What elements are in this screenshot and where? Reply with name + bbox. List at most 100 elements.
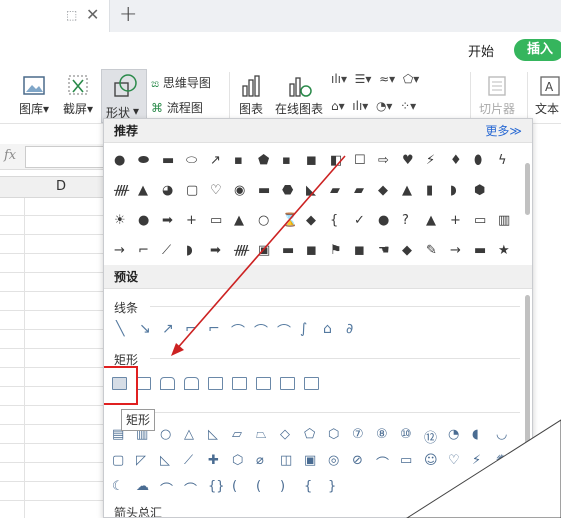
online-chart-button[interactable]: 在线图表 [274,72,324,117]
shape-option-icon[interactable]: ⬢ [474,183,490,199]
basic-shape-icon[interactable]: ⑩ [400,427,416,443]
shape-option-icon[interactable]: ⇨ [378,153,394,169]
line-shape-icon[interactable]: ⌐ [185,321,201,337]
rect-variant-icon[interactable] [232,377,247,390]
close-icon[interactable]: ✕ [86,5,99,24]
shape-option-icon[interactable]: → [114,243,130,259]
shape-option-icon[interactable]: ▢ [186,183,202,199]
shape-option-icon[interactable]: ⬬ [138,153,154,169]
shape-option-icon[interactable]: ▰ [354,183,370,199]
basic-shape-icon[interactable]: ⚡ [472,453,488,469]
basic-shape-icon[interactable]: ⌀ [256,453,272,469]
line-shape-icon[interactable]: ↗ [162,321,178,337]
shape-option-icon[interactable]: ▥ [498,213,514,229]
basic-shape-icon[interactable]: ⬡ [232,453,248,469]
basic-shape-icon[interactable]: ◇ [280,427,296,443]
basic-shape-icon[interactable]: ○ [160,427,176,443]
line-shape-icon[interactable]: ⌒ [231,321,247,340]
rect-variant-icon[interactable] [136,377,151,390]
basic-shape-icon[interactable]: ☾ [112,479,128,495]
shape-option-icon[interactable]: ▲ [234,213,250,229]
screenshot-button[interactable]: 截屏▾ [60,72,96,117]
shape-option-icon[interactable]: ◼ [306,243,322,259]
rect-variant-icon[interactable] [160,377,175,390]
shape-option-icon[interactable]: ▣ [258,243,274,259]
basic-shape-icon[interactable]: ⊘ [352,453,368,469]
shape-option-icon[interactable]: ☚ [378,243,394,259]
shapes-button[interactable]: 形状 ▾ [101,69,147,123]
shape-option-icon[interactable]: ♦ [450,153,466,169]
shape-option-icon[interactable]: ★ [498,243,514,259]
document-tab[interactable]: ⬚ ✕ [0,0,110,32]
shape-option-icon[interactable]: { [330,213,346,229]
chart-types-row2[interactable]: ⌂▾ ılı▾ ◔▾ ⁘▾ [331,99,416,113]
shape-option-icon[interactable]: + [186,213,202,229]
shape-option-icon[interactable]: ⚑ [330,243,346,259]
basic-shape-icon[interactable]: ▣ [304,453,320,469]
shape-option-icon[interactable]: ▬ [474,243,490,259]
rect-variant-icon[interactable] [256,377,271,390]
rect-variant-icon[interactable] [208,377,223,390]
basic-shape-icon[interactable]: ◫ [280,453,296,469]
shape-option-icon[interactable]: ◕ [162,183,178,199]
column-d-header[interactable]: D [56,179,66,194]
basic-shape-icon[interactable]: } [328,479,344,495]
basic-shape-icon[interactable]: { [304,479,320,495]
shape-option-icon[interactable]: ᚎ [114,183,130,199]
shape-option-icon[interactable]: ▭ [210,213,226,229]
basic-shape-icon[interactable]: ⑦ [352,427,368,443]
rect-variant-icon[interactable] [304,377,319,390]
gallery-button[interactable]: 图库▾ [16,72,52,117]
basic-shape-icon[interactable]: ◔ [448,427,464,443]
mindmap-button[interactable]: ಙ 思维导图 [151,74,211,91]
line-shape-icon[interactable]: ↘ [139,321,155,337]
basic-shape-icon[interactable]: ( [256,479,272,495]
fx-label[interactable]: fx [4,148,16,163]
rect-variant-icon[interactable] [184,377,199,390]
add-tab-icon[interactable]: + [119,2,137,27]
shape-option-icon[interactable]: ☐ [354,153,370,169]
shape-option-icon[interactable]: ◧ [330,153,346,169]
shape-option-icon[interactable]: ♥ [402,153,418,169]
menu-insert[interactable]: 插入 [514,39,561,61]
shape-option-icon[interactable]: ◣ [306,183,322,199]
shape-option-icon[interactable]: ● [138,213,154,229]
shape-option-icon[interactable]: ♡ [210,183,226,199]
shape-option-icon[interactable]: → [450,243,466,259]
basic-shape-icon[interactable]: {} [208,479,225,495]
line-shape-icon[interactable]: ⌒ [277,321,293,340]
shape-option-icon[interactable]: ➡ [210,243,226,259]
shape-option-icon[interactable]: ◼ [354,243,370,259]
line-shape-icon[interactable]: ⌒ [254,321,270,340]
basic-shape-icon[interactable]: ▱ [232,427,248,443]
basic-shape-icon[interactable]: ♡ [448,453,464,469]
basic-shape-icon[interactable]: ◖ [472,427,488,443]
shape-option-icon[interactable]: ➡ [162,213,178,229]
flowchart-button[interactable]: ⌘ 流程图 [151,99,203,116]
shape-option-icon[interactable]: ▬ [162,153,178,169]
line-shape-icon[interactable]: ∫ [300,321,316,337]
basic-shape-icon[interactable]: ▭ [400,453,416,469]
basic-shape-icon[interactable]: ▢ [112,453,128,469]
basic-shape-icon[interactable]: ✺ [496,453,512,469]
textbox-button[interactable]: A 文本 [535,72,561,117]
shape-option-icon[interactable]: ◗ [450,183,466,199]
shape-option-icon[interactable]: ▭ [474,213,490,229]
chart-button[interactable]: 图表 [236,72,266,117]
basic-shape-icon[interactable]: ☁ [136,479,152,495]
line-shape-icon[interactable]: ╲ [116,321,132,337]
shape-option-icon[interactable]: ▬ [258,183,274,199]
shape-option-icon[interactable]: ▬ [282,243,298,259]
shape-option-icon[interactable]: ○ [258,213,274,229]
shape-option-icon[interactable]: ▰ [330,183,346,199]
basic-shape-icon[interactable]: ◸ [136,453,152,469]
line-shape-icon[interactable]: ⌂ [323,321,339,337]
shape-option-icon[interactable]: ◆ [402,243,418,259]
shape-option-icon[interactable]: ◉ [234,183,250,199]
basic-shape-icon[interactable]: ⌒ [376,453,392,472]
shape-option-icon[interactable]: ⌛ [282,213,298,229]
formula-input[interactable] [25,146,110,168]
menu-start[interactable]: 开始 [468,41,494,60]
basic-shape-icon[interactable]: ⌒ [184,479,200,498]
shape-option-icon[interactable]: ✓ [354,213,370,229]
